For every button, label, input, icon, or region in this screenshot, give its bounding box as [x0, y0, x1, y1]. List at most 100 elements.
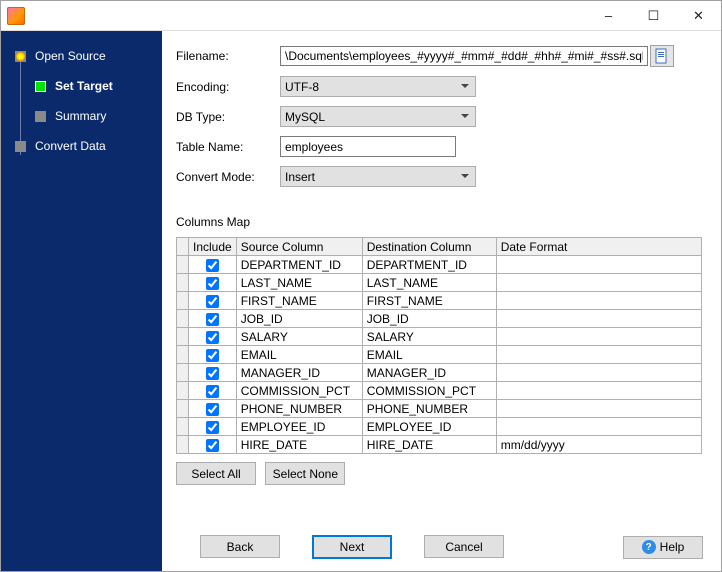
maximize-button[interactable]: ☐	[631, 1, 676, 30]
dest-column-cell[interactable]: PHONE_NUMBER	[362, 400, 496, 418]
document-icon	[655, 48, 669, 64]
date-format-cell[interactable]	[496, 292, 701, 310]
dest-column-cell[interactable]: EMAIL	[362, 346, 496, 364]
dest-column-cell[interactable]: EMPLOYEE_ID	[362, 418, 496, 436]
include-checkbox[interactable]	[206, 421, 219, 434]
encoding-select[interactable]: UTF-8	[280, 76, 476, 97]
source-column-cell[interactable]: COMMISSION_PCT	[236, 382, 362, 400]
app-icon	[7, 7, 25, 25]
table-row[interactable]: EMPLOYEE_IDEMPLOYEE_ID	[177, 418, 702, 436]
source-column-cell[interactable]: HIRE_DATE	[236, 436, 362, 454]
include-checkbox[interactable]	[206, 367, 219, 380]
source-column-cell[interactable]: EMPLOYEE_ID	[236, 418, 362, 436]
select-all-button[interactable]: Select All	[176, 462, 256, 485]
include-checkbox[interactable]	[206, 349, 219, 362]
step-label: Set Target	[55, 79, 113, 93]
dest-column-cell[interactable]: HIRE_DATE	[362, 436, 496, 454]
help-label: Help	[660, 540, 685, 554]
include-checkbox[interactable]	[206, 439, 219, 452]
include-checkbox[interactable]	[206, 403, 219, 416]
step-label: Convert Data	[35, 139, 106, 153]
source-column-cell[interactable]: LAST_NAME	[236, 274, 362, 292]
row-grip[interactable]	[177, 256, 189, 274]
convertmode-select[interactable]: Insert	[280, 166, 476, 187]
row-grip[interactable]	[177, 346, 189, 364]
dest-column-cell[interactable]: COMMISSION_PCT	[362, 382, 496, 400]
step-summary[interactable]: Summary	[1, 101, 162, 131]
date-format-cell[interactable]	[496, 400, 701, 418]
dest-column-cell[interactable]: DEPARTMENT_ID	[362, 256, 496, 274]
step-marker-icon	[35, 81, 46, 92]
source-column-cell[interactable]: JOB_ID	[236, 310, 362, 328]
dest-column-cell[interactable]: LAST_NAME	[362, 274, 496, 292]
source-column-cell[interactable]: SALARY	[236, 328, 362, 346]
table-row[interactable]: LAST_NAMELAST_NAME	[177, 274, 702, 292]
col-include-header[interactable]: Include	[189, 238, 237, 256]
include-checkbox[interactable]	[206, 313, 219, 326]
source-column-cell[interactable]: PHONE_NUMBER	[236, 400, 362, 418]
row-grip[interactable]	[177, 310, 189, 328]
close-button[interactable]: ✕	[676, 1, 721, 30]
table-row[interactable]: PHONE_NUMBERPHONE_NUMBER	[177, 400, 702, 418]
include-checkbox[interactable]	[206, 277, 219, 290]
row-grip[interactable]	[177, 292, 189, 310]
convertmode-label: Convert Mode:	[176, 170, 280, 184]
date-format-cell[interactable]	[496, 382, 701, 400]
include-checkbox[interactable]	[206, 295, 219, 308]
dest-column-cell[interactable]: MANAGER_ID	[362, 364, 496, 382]
date-format-cell[interactable]	[496, 310, 701, 328]
row-grip[interactable]	[177, 364, 189, 382]
date-format-cell[interactable]	[496, 418, 701, 436]
include-checkbox[interactable]	[206, 259, 219, 272]
table-row[interactable]: JOB_IDJOB_ID	[177, 310, 702, 328]
dbtype-select[interactable]: MySQL	[280, 106, 476, 127]
row-grip[interactable]	[177, 274, 189, 292]
col-format-header[interactable]: Date Format	[496, 238, 701, 256]
date-format-cell[interactable]	[496, 274, 701, 292]
row-grip[interactable]	[177, 382, 189, 400]
table-row[interactable]: EMAILEMAIL	[177, 346, 702, 364]
row-grip[interactable]	[177, 436, 189, 454]
back-button[interactable]: Back	[200, 535, 280, 558]
step-open-source[interactable]: Open Source	[1, 41, 162, 71]
select-none-button[interactable]: Select None	[265, 462, 345, 485]
table-row[interactable]: DEPARTMENT_IDDEPARTMENT_ID	[177, 256, 702, 274]
minimize-button[interactable]: –	[586, 1, 631, 30]
date-format-cell[interactable]	[496, 346, 701, 364]
table-row[interactable]: FIRST_NAMEFIRST_NAME	[177, 292, 702, 310]
date-format-cell[interactable]	[496, 256, 701, 274]
filename-input[interactable]	[280, 46, 648, 66]
source-column-cell[interactable]: MANAGER_ID	[236, 364, 362, 382]
titlebar: – ☐ ✕	[1, 1, 721, 31]
dest-column-cell[interactable]: FIRST_NAME	[362, 292, 496, 310]
source-column-cell[interactable]: FIRST_NAME	[236, 292, 362, 310]
row-grip[interactable]	[177, 400, 189, 418]
table-row[interactable]: MANAGER_IDMANAGER_ID	[177, 364, 702, 382]
col-dest-header[interactable]: Destination Column	[362, 238, 496, 256]
help-button[interactable]: ? Help	[623, 536, 703, 559]
source-column-cell[interactable]: DEPARTMENT_ID	[236, 256, 362, 274]
dest-column-cell[interactable]: JOB_ID	[362, 310, 496, 328]
row-grip[interactable]	[177, 418, 189, 436]
date-format-cell[interactable]: mm/dd/yyyy	[496, 436, 701, 454]
step-convert-data[interactable]: Convert Data	[1, 131, 162, 161]
step-marker-icon	[15, 51, 26, 62]
source-column-cell[interactable]: EMAIL	[236, 346, 362, 364]
encoding-value: UTF-8	[285, 80, 319, 94]
browse-file-button[interactable]	[650, 45, 674, 67]
col-source-header[interactable]: Source Column	[236, 238, 362, 256]
include-checkbox[interactable]	[206, 385, 219, 398]
step-set-target[interactable]: Set Target	[1, 71, 162, 101]
next-button[interactable]: Next	[312, 535, 392, 559]
table-row[interactable]: COMMISSION_PCTCOMMISSION_PCT	[177, 382, 702, 400]
cancel-button[interactable]: Cancel	[424, 535, 504, 558]
table-row[interactable]: SALARYSALARY	[177, 328, 702, 346]
encoding-label: Encoding:	[176, 80, 280, 94]
table-row[interactable]: HIRE_DATEHIRE_DATEmm/dd/yyyy	[177, 436, 702, 454]
date-format-cell[interactable]	[496, 364, 701, 382]
row-grip[interactable]	[177, 328, 189, 346]
include-checkbox[interactable]	[206, 331, 219, 344]
tablename-input[interactable]	[280, 136, 456, 157]
date-format-cell[interactable]	[496, 328, 701, 346]
dest-column-cell[interactable]: SALARY	[362, 328, 496, 346]
